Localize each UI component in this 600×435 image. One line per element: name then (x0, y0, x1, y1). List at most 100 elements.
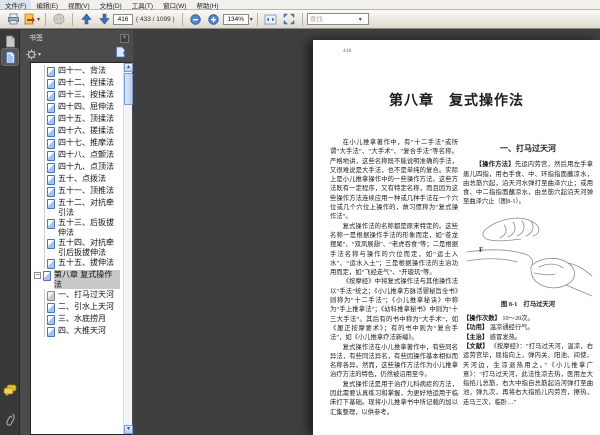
globe-icon-disabled (53, 13, 65, 25)
toolbar-separator (72, 12, 74, 26)
zoom-in-button[interactable] (206, 11, 222, 27)
attachments-panel-tab[interactable] (2, 410, 18, 426)
bookmark-item[interactable]: 四十五、顶揉法 (33, 113, 120, 125)
bookmark-label: 四十六、搓揉法 (58, 126, 114, 135)
entry-text: 感冒发热。 (488, 333, 522, 341)
zoom-out-button[interactable] (188, 11, 204, 27)
bookmark-item[interactable]: 四、大推天河 (33, 325, 120, 337)
bookmark-label: 四十三、按揉法 (58, 90, 114, 99)
comments-panel-tab[interactable] (2, 382, 18, 398)
bookmark-item[interactable]: 三、水底捞月 (33, 313, 120, 325)
toolbar-separator (181, 12, 183, 26)
scroll-down-button[interactable]: ▼ (124, 425, 133, 434)
pages-panel-tab[interactable] (2, 33, 18, 49)
bookmark-page-icon (47, 151, 55, 161)
bookmark-item[interactable]: − 第八章 复式操作法 (33, 269, 120, 289)
bookmark-label: 四十九、点顶法 (58, 162, 114, 171)
bookmark-label: 第八章 复式操作法 (54, 270, 120, 289)
toolbar-separator (301, 12, 303, 26)
web-tool-button (51, 11, 67, 27)
bookmarks-panel: 书签 × ▾ 四十一、背法 四十二、捏揉法 四十三、按揉法 四十四、屈伸法 四十… (20, 30, 133, 435)
bookmark-item[interactable]: 一、打马过天河 (33, 289, 120, 301)
toolbar-separator (256, 12, 258, 26)
next-page-button[interactable] (96, 11, 112, 27)
panel-header: 书签 × (20, 30, 133, 46)
bookmark-item[interactable]: 四十二、捏揉法 (33, 77, 120, 89)
search-dropdown-icon[interactable]: ▾ (359, 16, 362, 23)
entry-text: 10～20次。 (500, 315, 534, 323)
bookmark-page-icon (47, 127, 55, 137)
bookmark-item[interactable]: 四十四、屈伸法 (33, 101, 120, 113)
export-button[interactable]: ▾ (23, 11, 40, 27)
bookmark-item[interactable]: 五十四、对抗牵引后扳拔伸法 (33, 237, 120, 257)
bookmark-page-icon (47, 315, 55, 325)
bookmark-scrollbar[interactable]: ▲ ▼ (123, 63, 133, 434)
bookmark-label: 五十四、对抗牵引后扳拔伸法 (58, 238, 114, 257)
scroll-up-button[interactable]: ▲ (124, 63, 133, 72)
panel-options-button[interactable]: ▾ (26, 49, 41, 60)
entry-list: 【操作次数】 10～20次。 【功用】 温凉通经行气。 【主治】 感冒发热。 【文献】… (463, 314, 593, 407)
bookmark-page-icon (47, 91, 55, 101)
bookmark-item[interactable]: 四十八、点颤法 (33, 149, 120, 161)
page-number-input[interactable] (113, 13, 134, 25)
bookmark-item[interactable]: 四十九、点顶法 (33, 161, 120, 173)
search-input[interactable] (307, 14, 358, 24)
bookmark-item[interactable]: 四十六、搓揉法 (33, 125, 120, 137)
scrollbar-thumb[interactable] (124, 73, 133, 105)
bookmark-tree: 四十一、背法 四十二、捏揉法 四十三、按揉法四十四、屈伸法 四十五、顶揉法 四十六、搓揉… (30, 62, 132, 435)
bookmark-item[interactable]: 五十、点拨法 (33, 173, 120, 185)
entry-label: 【主治】 (463, 333, 489, 341)
export-dropdown-icon[interactable]: ▾ (37, 16, 40, 23)
fit-page-button[interactable] (281, 11, 297, 27)
menubar: 文件(F) 编辑(E) 视图(V) 文档(D) 工具(T) 窗口(W) 帮助(H) (0, 0, 600, 10)
bookmark-plus-icon (116, 46, 127, 58)
menu-item[interactable]: 窗口(W) (158, 0, 191, 10)
body-paragraph: 复式操作法在小儿推拿著作中，有些同名异法，有些同法异名，有些因操作基本相似而名称… (330, 343, 458, 379)
body-paragraph: 在小儿推拿著作中，有“十二手法”或所谓“大手法”、“大手术”、“复合手法”等名称… (330, 139, 458, 221)
comments-icon (3, 384, 17, 396)
panel-close-button[interactable]: × (120, 33, 129, 43)
bookmark-item[interactable]: 五十三、后扳拔伸法 (33, 217, 120, 237)
fit-width-button[interactable] (263, 11, 279, 27)
up-arrow-icon (80, 13, 92, 25)
bookmark-page-icon (47, 259, 55, 269)
bookmarks-icon (5, 51, 15, 63)
menu-item[interactable]: 文件(F) (0, 0, 32, 10)
bookmark-page-icon (47, 175, 55, 185)
bookmark-page-icon (47, 139, 55, 149)
entry-label: 【文献】 (463, 342, 489, 350)
bookmark-label: 五十二、对抗牵引法 (58, 198, 114, 217)
menu-item[interactable]: 帮助(H) (191, 0, 223, 10)
bookmark-label: 四、大推天河 (58, 326, 106, 335)
menu-item[interactable]: 文档(D) (95, 0, 127, 10)
bookmark-label: 四十八、点颤法 (58, 150, 114, 159)
bookmark-item[interactable]: 五十五、拔伸法 (33, 257, 120, 269)
bookmark-page-icon (47, 303, 55, 313)
panel-toolbar: ▾ (20, 46, 133, 62)
page-number-label: 416 (343, 48, 352, 54)
bookmarks-panel-tab[interactable] (1, 48, 19, 66)
bookmark-item[interactable]: 四十一、背法 (33, 65, 120, 77)
search-box: ▾ (306, 13, 369, 25)
panel-title: 书签 (29, 35, 43, 42)
zoom-dropdown-icon[interactable]: ▾ (250, 16, 253, 23)
print-button[interactable] (5, 11, 21, 27)
previous-page-button[interactable] (78, 11, 94, 27)
menu-item[interactable]: 编辑(E) (31, 0, 63, 10)
bookmark-page-icon (47, 79, 55, 89)
bookmark-item[interactable]: 四十七、推摩法 (33, 137, 120, 149)
bookmark-item[interactable]: 五十一、顶推法 (33, 185, 120, 197)
expand-current-bookmark-button[interactable] (115, 45, 127, 63)
zoom-level-input[interactable] (222, 13, 249, 25)
bookmark-page-icon (47, 239, 55, 249)
chapter-title: 第八章 复式操作法 (389, 94, 524, 109)
operation-label: 【操作方法】 (475, 161, 515, 169)
bookmark-page-icon (47, 219, 55, 229)
menu-item[interactable]: 工具(T) (127, 0, 158, 10)
menu-item[interactable]: 视图(V) (63, 0, 95, 10)
bookmark-item[interactable]: 四十三、按揉法 (33, 89, 120, 101)
collapse-expander-icon[interactable]: − (34, 272, 41, 279)
left-text-column: 在小儿推拿著作中，有“十二手法”或所谓“大手法”、“大手术”、“复合手法”等名称… (330, 138, 458, 417)
bookmark-item[interactable]: 二、引水上天河 (33, 301, 120, 313)
bookmark-item[interactable]: 五十二、对抗牵引法 (33, 197, 120, 217)
